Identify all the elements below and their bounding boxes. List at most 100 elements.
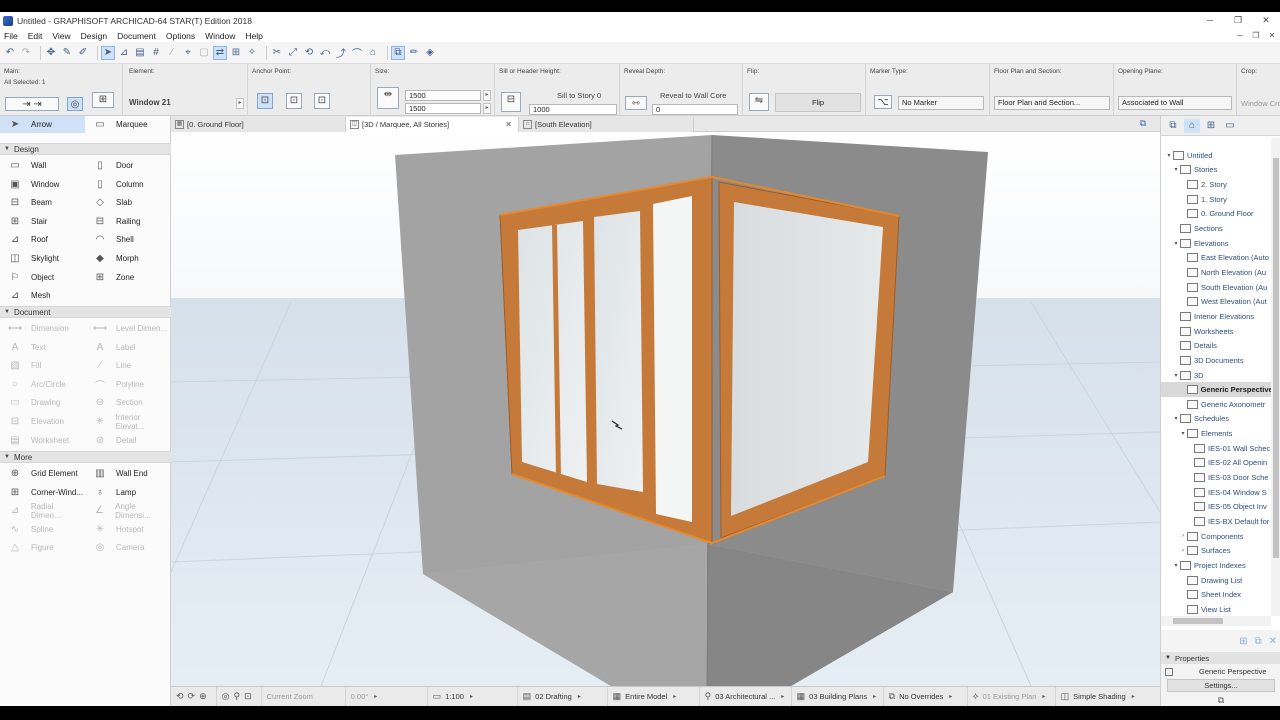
crop-value[interactable]: Window Cro	[1241, 99, 1280, 108]
panel-resize-icon[interactable]: ⧉	[1161, 694, 1280, 706]
tool-skylight[interactable]: ◫ Skylight	[0, 250, 85, 267]
tool-worksheet[interactable]: ▤ Worksheet	[0, 432, 85, 449]
tool-hotspot[interactable]: ✳ Hotspot	[85, 521, 170, 538]
menu-design[interactable]: Design	[81, 31, 107, 41]
layout-book-icon[interactable]: ▭	[1222, 119, 1238, 133]
anchor-center-icon[interactable]: ⊡	[257, 93, 273, 109]
navigator-item-elevations[interactable]: ▾ Elevations	[1161, 236, 1271, 251]
tool-beam[interactable]: ⊟ Beam	[0, 194, 85, 211]
properties-header[interactable]: ▼ Properties	[1161, 652, 1280, 664]
navigator-item-surfaces[interactable]: › Surfaces	[1161, 544, 1271, 559]
expand-toggle-icon[interactable]: ▾	[1172, 240, 1180, 247]
navigator-item-0-ground-floor[interactable]: 0. Ground Floor	[1161, 207, 1271, 222]
delete-icon[interactable]: ✕	[1269, 636, 1277, 647]
navigator-item-sections[interactable]: Sections	[1161, 221, 1271, 236]
trace-icon[interactable]: ⊿	[118, 47, 130, 59]
arrow-select-icon[interactable]: ➤	[101, 45, 115, 60]
maximize-button[interactable]: ❐	[1224, 15, 1252, 26]
navigator-item-ies-03-door-sche[interactable]: IES-03 Door Sche	[1161, 470, 1271, 485]
tool-label[interactable]: A Label	[85, 339, 170, 356]
navigator-item-schedules[interactable]: ▾ Schedules	[1161, 412, 1271, 427]
section-more[interactable]: ▼ More	[0, 451, 171, 463]
expand-toggle-icon[interactable]: ▾	[1172, 415, 1180, 422]
close-button[interactable]: ✕	[1252, 15, 1280, 26]
drag-icon[interactable]: ⤢	[287, 47, 299, 59]
navigator-item-north-elevation-au[interactable]: North Elevation (Au	[1161, 265, 1271, 280]
tool-polyline[interactable]: ⌒ Polyline	[85, 376, 170, 393]
renovation-icon[interactable]: ⧉	[391, 45, 405, 60]
expand-toggle-icon[interactable]: ▾	[1165, 152, 1173, 159]
floor-plan-settings-dropdown[interactable]: Floor Plan and Section...	[994, 96, 1110, 110]
navigator-item-1-story[interactable]: 1. Story	[1161, 192, 1271, 207]
navigator-item-details[interactable]: Details	[1161, 338, 1271, 353]
element-arrow-icon[interactable]: ▸	[236, 98, 244, 109]
guide-line-icon[interactable]: ⁄	[166, 47, 178, 59]
tool-figure[interactable]: △ Figure	[0, 539, 85, 556]
tool-fill[interactable]: ▨ Fill	[0, 357, 85, 374]
tool-stair[interactable]: ⊞ Stair	[0, 213, 85, 230]
tool-angle-dimensi[interactable]: ∠ Angle Dimensi...	[85, 502, 170, 520]
relative-construction-icon[interactable]: ⊞	[230, 47, 242, 59]
tab-close-icon[interactable]: ✕	[505, 120, 512, 129]
navigator-item-east-elevation-auto[interactable]: East Elevation (Auto	[1161, 251, 1271, 266]
eyedropper-icon[interactable]: ✐	[77, 47, 89, 59]
grid-snap-icon[interactable]: #	[150, 47, 162, 59]
navigator-item-view-list[interactable]: View List	[1161, 602, 1271, 617]
tab-south-elevation[interactable]: ⌂ [South Elevation]	[519, 117, 694, 132]
tool-marquee[interactable]: ▭ Marquee	[85, 116, 170, 133]
scroll-thumb[interactable]	[1173, 618, 1223, 624]
menu-view[interactable]: View	[52, 31, 70, 41]
rotate-icon[interactable]: ⟲	[303, 47, 315, 59]
angle-field[interactable]: 0.00° ▸	[346, 686, 428, 706]
inject-parameters-icon[interactable]: ✎	[61, 47, 73, 59]
fillet-icon[interactable]: ⌒	[351, 47, 363, 60]
navigator-item-drawing-list[interactable]: Drawing List	[1161, 573, 1271, 588]
anchor-other-icon[interactable]: ⊡	[314, 93, 330, 109]
doc-restore-button[interactable]: ❐	[1248, 31, 1264, 40]
menu-help[interactable]: Help	[245, 31, 262, 41]
tool-arrow[interactable]: ➤ Arrow	[0, 116, 85, 133]
flip-mirror-icon[interactable]: ⇋	[749, 93, 769, 111]
house-icon[interactable]: ⌂	[367, 47, 379, 59]
navigator-item-generic-axonometr[interactable]: Generic Axonometr	[1161, 397, 1271, 412]
view-map-icon[interactable]: ⊞	[1203, 119, 1219, 133]
3d-scene[interactable]	[171, 132, 1160, 686]
scissors-icon[interactable]: ✂	[271, 47, 283, 59]
tab-ground-floor[interactable]: ▦ [0. Ground Floor]	[171, 117, 346, 132]
tool-window[interactable]: ▣ Window	[0, 176, 85, 193]
layers-icon[interactable]: ▤	[134, 47, 146, 59]
tool-slab[interactable]: ◇ Slab	[85, 194, 170, 211]
navigator-item-3d-documents[interactable]: 3D Documents	[1161, 353, 1271, 368]
flip-button[interactable]: Flip	[775, 93, 861, 112]
renovation-filter-dropdown[interactable]: ⟡ 01 Existing Plan ▸	[968, 686, 1056, 706]
graphic-overrides-dropdown[interactable]: ⧉ No Overrides ▸	[884, 686, 968, 706]
pick-up-parameters-icon[interactable]: ✥	[45, 47, 57, 59]
tool-drawing[interactable]: ▭ Drawing	[0, 394, 85, 411]
reveal-reference[interactable]: Reveal to Wall Core	[660, 91, 726, 100]
navigator-item-ies-02-all-openin[interactable]: IES-02 All Openin	[1161, 456, 1271, 471]
navigator-item-interior-elevations[interactable]: Interior Elevations	[1161, 309, 1271, 324]
navigator-item-components[interactable]: › Components	[1161, 529, 1271, 544]
navigator-item-south-elevation-au[interactable]: South Elevation (Au	[1161, 280, 1271, 295]
marker-type-dropdown[interactable]: No Marker	[898, 96, 984, 110]
new-view-icon[interactable]: ⊞	[1239, 636, 1247, 647]
expand-toggle-icon[interactable]: ▾	[1172, 166, 1180, 173]
doc-minimize-button[interactable]: ─	[1232, 31, 1248, 40]
clone-folder-icon[interactable]: ⧉	[1254, 636, 1261, 647]
pen-set-dropdown[interactable]: ⚲ 03 Architectural ... ▸	[700, 686, 792, 706]
tool-roof[interactable]: ⊿ Roof	[0, 231, 85, 248]
navigator-item-generic-perspective[interactable]: Generic Perspective	[1161, 382, 1271, 397]
suspend-groups-icon[interactable]: ▢	[198, 47, 210, 59]
sill-reference[interactable]: Sill to Story 0	[557, 91, 601, 100]
organizer-icon[interactable]: ⧉	[1165, 119, 1181, 133]
tool-dimension[interactable]: ⟷ Dimension	[0, 320, 85, 337]
undo-zoom-button[interactable]: ⟲ ⟳ ⊕	[171, 686, 217, 706]
expand-toggle-icon[interactable]: ▾	[1179, 430, 1187, 437]
tool-radial-dimen[interactable]: ⊿ Radial Dimen...	[0, 502, 85, 520]
tool-zone[interactable]: ⊞ Zone	[85, 269, 170, 286]
expand-toggle-icon[interactable]: ›	[1179, 533, 1187, 539]
navigator-item-ies-05-object-inv[interactable]: IES-05 Object Inv	[1161, 500, 1271, 515]
settings-icon[interactable]: ⊞	[92, 92, 114, 108]
project-map-icon[interactable]: ⌂	[1184, 118, 1200, 133]
tool-level-dimen[interactable]: ⟷ Level Dimen...	[85, 320, 170, 337]
